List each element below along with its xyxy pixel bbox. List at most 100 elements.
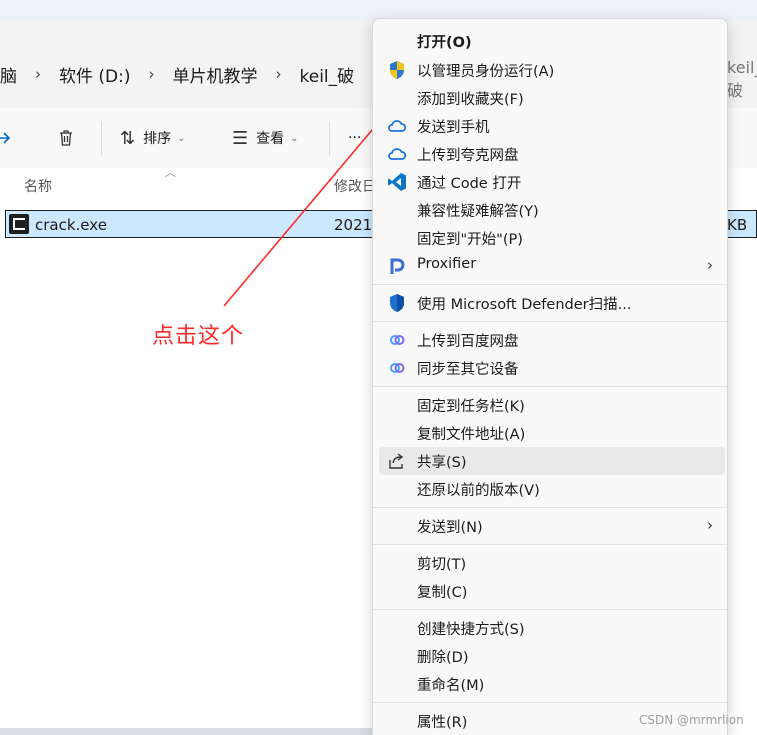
menu-item-copy[interactable]: 复制(C) <box>379 577 725 605</box>
watermark: CSDN @mrmrlion <box>639 713 744 727</box>
share-button[interactable] <box>0 120 20 156</box>
menu-separator <box>373 386 727 387</box>
menu-item-sync-devices[interactable]: 同步至其它设备 <box>379 354 725 382</box>
window-top-band <box>0 0 757 20</box>
menu-item-send-to[interactable]: 发送到(N) › <box>379 512 725 540</box>
menu-item-label: 同步至其它设备 <box>417 362 519 378</box>
menu-item-label: 发送到手机 <box>417 120 490 136</box>
menu-separator <box>373 321 727 322</box>
menu-item-pin-to-taskbar[interactable]: 固定到任务栏(K) <box>379 391 725 419</box>
menu-item-copy-path[interactable]: 复制文件地址(A) <box>379 419 725 447</box>
menu-item-rename[interactable]: 重命名(M) <box>379 670 725 698</box>
menu-item-label: 发送到(N) <box>417 520 483 536</box>
sort-icon: ⇅ <box>120 127 136 149</box>
vscode-icon <box>388 173 406 191</box>
view-button[interactable]: ☰ 查看 ⌄ <box>232 120 299 156</box>
menu-item-cut[interactable]: 剪切(T) <box>379 549 725 577</box>
breadcrumb[interactable]: 脑 › 软件 (D:) › 单片机教学 › keil_破 <box>0 54 366 94</box>
column-header-name[interactable]: 名称 <box>24 176 52 196</box>
menu-item-label: 兼容性疑难解答(Y) <box>417 204 539 220</box>
menu-item-delete[interactable]: 删除(D) <box>379 642 725 670</box>
baidu-cloud-icon <box>390 363 405 373</box>
menu-item-defender-scan[interactable]: 使用 Microsoft Defender扫描... <box>379 289 725 317</box>
menu-separator <box>373 544 727 545</box>
menu-item-label: 打开(O) <box>417 35 472 51</box>
menu-item-open-with-code[interactable]: 通过 Code 打开 <box>379 168 725 196</box>
baidu-cloud-icon <box>390 335 405 345</box>
menu-item-share[interactable]: 共享(S) <box>379 447 725 475</box>
chevron-right-icon[interactable]: › <box>143 65 161 83</box>
breadcrumb-item-current[interactable]: keil_破 <box>288 62 367 87</box>
breadcrumb-overflow: keil_破 <box>727 58 757 100</box>
command-separator <box>101 122 102 156</box>
trash-icon <box>60 130 72 146</box>
menu-item-add-to-favorites[interactable]: 添加到收藏夹(F) <box>379 84 725 112</box>
menu-item-upload-baidu[interactable]: 上传到百度网盘 <box>379 326 725 354</box>
menu-item-label: 固定到"开始"(P) <box>417 232 523 248</box>
chevron-down-icon: ⌄ <box>177 132 186 144</box>
chevron-right-icon[interactable]: › <box>270 65 288 83</box>
menu-item-troubleshoot-compat[interactable]: 兼容性疑难解答(Y) <box>379 196 725 224</box>
view-label: 查看 <box>256 131 285 147</box>
menu-item-label: 以管理员身份运行(A) <box>417 64 555 80</box>
menu-item-run-as-admin[interactable]: 以管理员身份运行(A) <box>379 56 725 84</box>
uac-shield-icon <box>390 61 404 79</box>
menu-item-create-shortcut[interactable]: 创建快捷方式(S) <box>379 614 725 642</box>
menu-item-label: 上传到夸克网盘 <box>417 148 519 164</box>
menu-item-label: 重命名(M) <box>417 678 485 694</box>
breadcrumb-item-computer[interactable]: 脑 <box>0 62 29 87</box>
more-button[interactable]: ··· <box>348 120 361 156</box>
view-list-icon: ☰ <box>232 127 249 149</box>
menu-separator <box>373 609 727 610</box>
sort-ascending-icon: ︿ <box>165 166 176 179</box>
menu-item-label: 共享(S) <box>417 455 467 471</box>
sort-label: 排序 <box>143 131 172 147</box>
breadcrumb-item-drive[interactable]: 软件 (D:) <box>47 62 143 87</box>
menu-item-label: 剪切(T) <box>417 557 467 573</box>
menu-item-label: 上传到百度网盘 <box>417 334 519 350</box>
annotation-text: 点击这个 <box>152 324 245 349</box>
menu-item-label: 创建快捷方式(S) <box>417 622 525 638</box>
chevron-down-icon: ⌄ <box>290 132 299 144</box>
menu-item-label: 还原以前的版本(V) <box>417 483 540 499</box>
menu-separator <box>373 507 727 508</box>
menu-item-restore-previous[interactable]: 还原以前的版本(V) <box>379 475 725 503</box>
breadcrumb-item-folder[interactable]: 单片机教学 <box>161 62 270 87</box>
share-icon <box>0 132 11 144</box>
menu-separator <box>373 702 727 703</box>
cloud-icon <box>388 148 407 160</box>
chevron-right-icon: › <box>707 256 713 274</box>
menu-item-label: Proxifier <box>417 256 477 272</box>
chevron-right-icon[interactable]: › <box>29 65 47 83</box>
context-menu: 打开(O) 以管理员身份运行(A) 添加到收藏夹(F) 发送到手机 上传到夸克网… <box>372 18 728 735</box>
menu-item-label: 复制文件地址(A) <box>417 427 526 443</box>
file-modified-date: 2021, <box>334 216 377 234</box>
menu-item-pin-to-start[interactable]: 固定到"开始"(P) <box>379 224 725 252</box>
cloud-icon <box>388 120 407 132</box>
file-name[interactable]: crack.exe <box>35 216 107 234</box>
menu-item-label: 删除(D) <box>417 650 469 666</box>
command-separator <box>329 122 330 156</box>
menu-item-label: 使用 Microsoft Defender扫描... <box>417 297 632 313</box>
menu-item-open[interactable]: 打开(O) <box>379 27 725 55</box>
defender-shield-icon <box>390 294 404 312</box>
sort-button[interactable]: ⇅ 排序 ⌄ <box>120 120 185 156</box>
exe-file-icon <box>9 214 29 234</box>
column-header-date[interactable]: 修改日 <box>334 176 376 196</box>
menu-item-label: 复制(C) <box>417 585 468 601</box>
share-icon <box>389 453 404 469</box>
menu-item-label: 通过 Code 打开 <box>417 176 522 192</box>
delete-button[interactable] <box>56 120 76 156</box>
menu-item-label: 固定到任务栏(K) <box>417 399 525 415</box>
menu-item-label: 属性(R) <box>417 715 468 731</box>
menu-item-send-to-phone[interactable]: 发送到手机 <box>379 112 725 140</box>
chevron-right-icon: › <box>707 516 713 534</box>
file-size: KB <box>727 216 748 234</box>
status-strip <box>0 728 372 735</box>
menu-separator <box>373 284 727 285</box>
menu-item-label: 添加到收藏夹(F) <box>417 92 524 108</box>
more-icon: ··· <box>348 130 362 146</box>
menu-item-upload-quark[interactable]: 上传到夸克网盘 <box>379 140 725 168</box>
proxifier-icon <box>390 258 405 274</box>
menu-item-proxifier[interactable]: Proxifier › <box>379 252 725 280</box>
